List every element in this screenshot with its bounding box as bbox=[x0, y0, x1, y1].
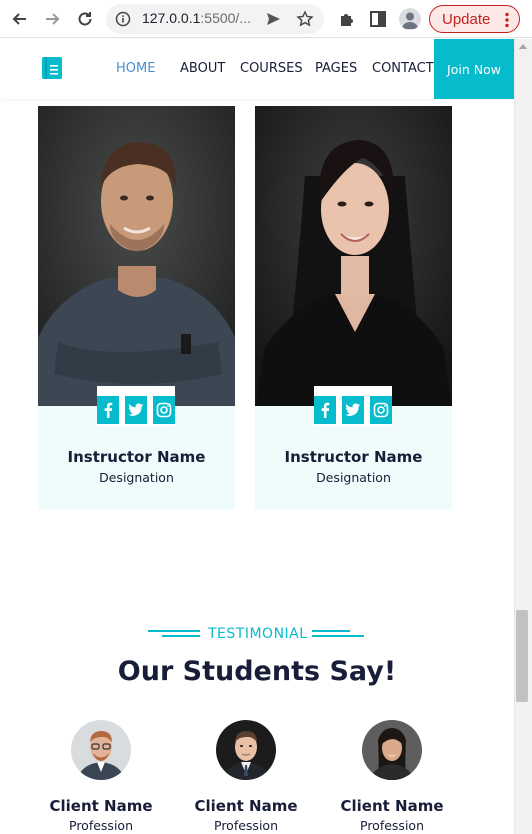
twitter-link[interactable] bbox=[342, 396, 364, 424]
instagram-icon bbox=[373, 402, 389, 418]
person-icon bbox=[402, 12, 418, 29]
tag-line-left bbox=[148, 630, 200, 632]
client-name: Client Name bbox=[194, 797, 298, 815]
browser-toolbar: 127.0.0.1:5500/... Update bbox=[0, 0, 532, 38]
forward-button[interactable] bbox=[40, 7, 64, 31]
instructor-social-links bbox=[314, 386, 392, 426]
join-now-button[interactable]: Join Now bbox=[434, 39, 514, 99]
instagram-link[interactable] bbox=[153, 396, 175, 424]
facebook-icon bbox=[321, 402, 330, 418]
forward-arrow-icon bbox=[46, 13, 60, 25]
client-profession: Profession bbox=[214, 818, 278, 833]
client-name: Client Name bbox=[340, 797, 444, 815]
client-profession: Profession bbox=[69, 818, 133, 833]
facebook-link[interactable] bbox=[314, 396, 336, 424]
scrollbar-thumb[interactable] bbox=[516, 610, 528, 702]
section-title: Our Students Say! bbox=[117, 656, 397, 687]
reload-button[interactable] bbox=[73, 7, 97, 31]
more-menu-icon bbox=[505, 12, 509, 28]
nav-courses[interactable]: COURSES bbox=[240, 61, 303, 76]
section-tag: TESTIMONIAL bbox=[148, 625, 364, 643]
instructor-photo bbox=[255, 106, 452, 406]
instagram-link[interactable] bbox=[370, 396, 392, 424]
address-bar[interactable]: 127.0.0.1:5500/... bbox=[106, 4, 324, 34]
instructor-designation: Designation bbox=[99, 470, 174, 485]
book-logo-icon[interactable] bbox=[40, 55, 64, 81]
profile-avatar[interactable] bbox=[399, 8, 421, 30]
client-name: Client Name bbox=[49, 797, 153, 815]
section-tag-text: TESTIMONIAL bbox=[208, 626, 308, 642]
instagram-icon bbox=[156, 402, 172, 418]
nav-pages[interactable]: PAGES bbox=[315, 61, 357, 76]
client-avatar bbox=[216, 720, 276, 780]
tag-line-right bbox=[312, 630, 350, 632]
instructor-designation: Designation bbox=[316, 470, 391, 485]
instructor-photo bbox=[38, 106, 235, 406]
twitter-icon bbox=[345, 403, 361, 416]
scroll-up-arrow-icon[interactable] bbox=[518, 42, 528, 50]
nav-contact[interactable]: CONTACT bbox=[372, 61, 434, 76]
extensions-puzzle-icon[interactable] bbox=[336, 8, 358, 30]
url-text: 127.0.0.1:5500/... bbox=[142, 10, 251, 26]
bookmark-star-icon[interactable] bbox=[296, 10, 314, 28]
update-label: Update bbox=[442, 11, 491, 28]
side-panel-icon[interactable] bbox=[367, 8, 389, 30]
reload-icon bbox=[78, 12, 92, 26]
back-arrow-icon bbox=[12, 13, 26, 25]
instructor-card: Instructor Name Designation bbox=[38, 106, 235, 510]
instructor-name: Instructor Name bbox=[67, 448, 206, 466]
twitter-icon bbox=[128, 403, 144, 416]
tag-line-right bbox=[312, 635, 364, 637]
site-navbar: HOME ABOUT COURSES PAGES CONTACT Join No… bbox=[0, 39, 514, 99]
tag-line-left bbox=[162, 635, 200, 637]
update-button[interactable]: Update bbox=[429, 5, 520, 33]
facebook-link[interactable] bbox=[97, 396, 119, 424]
instructor-name: Instructor Name bbox=[284, 448, 423, 466]
page-scrollbar[interactable] bbox=[514, 39, 532, 834]
instructor-social-links bbox=[97, 386, 175, 426]
client-avatar bbox=[71, 720, 131, 780]
client-avatar bbox=[362, 720, 422, 780]
instructor-card: Instructor Name Designation bbox=[255, 106, 452, 510]
facebook-icon bbox=[104, 402, 113, 418]
nav-home[interactable]: HOME bbox=[116, 61, 155, 76]
client-profession: Profession bbox=[360, 818, 424, 833]
info-icon[interactable] bbox=[115, 11, 131, 27]
back-button[interactable] bbox=[8, 7, 32, 31]
nav-about[interactable]: ABOUT bbox=[180, 61, 225, 76]
send-tab-icon[interactable] bbox=[264, 10, 282, 28]
twitter-link[interactable] bbox=[125, 396, 147, 424]
